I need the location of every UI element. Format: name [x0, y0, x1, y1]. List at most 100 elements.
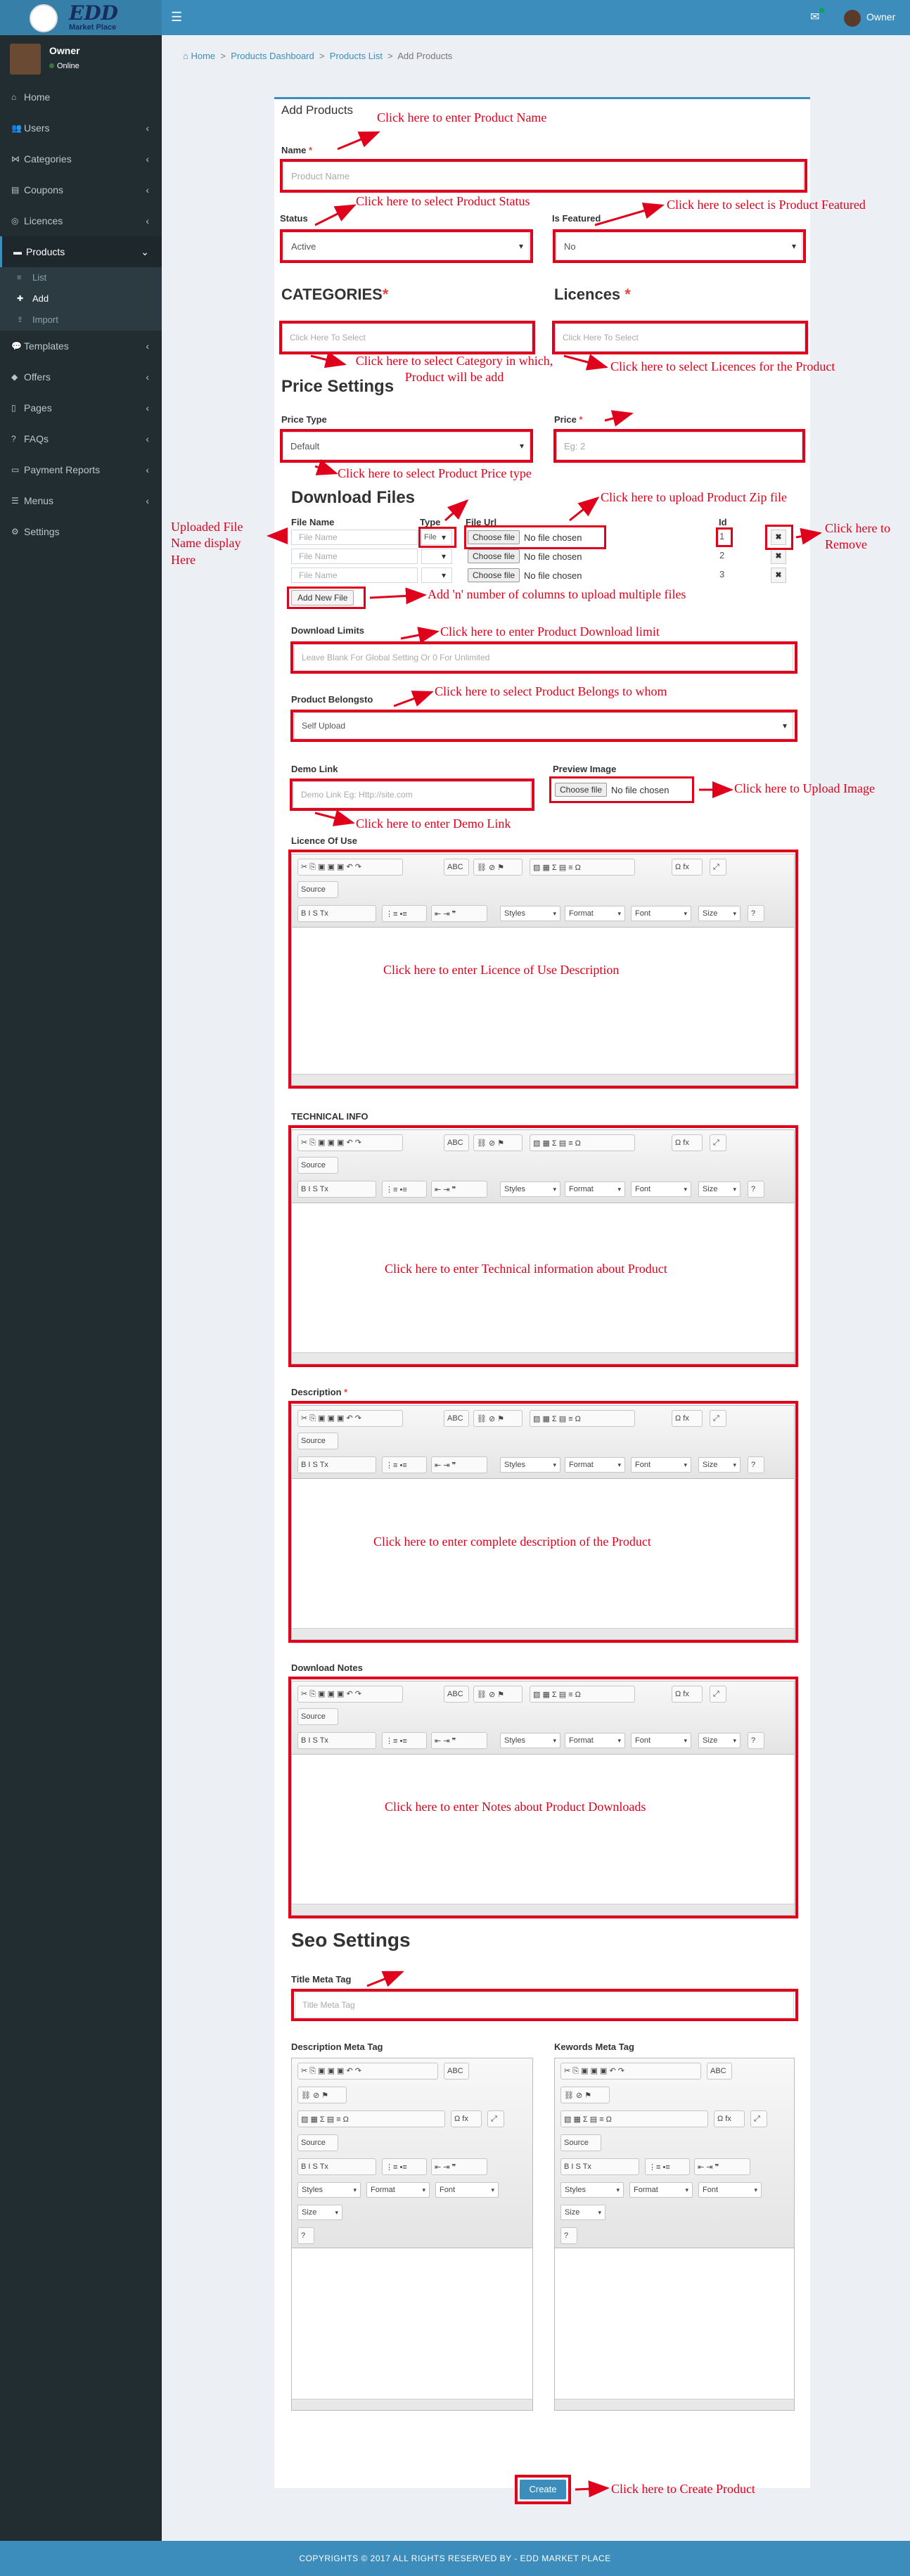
maximize-tool[interactable]: ⤢ [750, 2110, 767, 2127]
indent-tools[interactable]: ⇤ ⇥ ❞ [694, 2158, 750, 2175]
size-dropdown[interactable]: Size [560, 2205, 605, 2220]
source-button[interactable]: Source [560, 2134, 601, 2151]
preview-label: Preview Image [553, 764, 617, 774]
maximize-tool[interactable]: ⤢ [487, 2110, 504, 2127]
file-id: 2 [719, 550, 725, 560]
name-label: Name * [281, 145, 313, 155]
highlight-categories [279, 321, 535, 354]
sidebar-item-settings[interactable]: ⚙ Settings [0, 516, 162, 547]
chevron-left-icon: ‹ [146, 371, 149, 383]
indent-tools[interactable]: ⇤ ⇥ ❞ [431, 2158, 487, 2175]
keywords-meta-editor[interactable]: ✂ ⎘ ▣ ▣ ▣ ↶ ↷ ABC ⛓ ⊘ ⚑ ▧ ▦ Σ ▤ ≡ Ω Ω fx ⤢ Sou… [554, 2058, 795, 2411]
submenu-item-import[interactable]: ⇪ Import [0, 309, 162, 331]
format-dropdown[interactable]: Format [366, 2182, 430, 2198]
chevron-down-icon: ⌄ [141, 246, 149, 257]
file-type-select[interactable] [421, 568, 452, 583]
note-uploaded-name: Uploaded File Name display Here [171, 520, 243, 567]
plus-icon: ✚ [17, 295, 24, 303]
source-button[interactable]: Source [297, 2134, 338, 2151]
file-url-upload[interactable]: Choose file No file chosen [468, 547, 582, 565]
sidebar-item-payment-reports[interactable]: ▭ Payment Reports ‹ [0, 454, 162, 485]
notification-dot [819, 8, 824, 13]
clipboard-tools[interactable]: ✂ ⎘ ▣ ▣ ▣ ↶ ↷ [297, 2063, 438, 2080]
format-tools[interactable]: B I S Tx [560, 2158, 639, 2175]
sidebar-item-offers[interactable]: ◆ Offers ‹ [0, 361, 162, 392]
sidebar-item-users[interactable]: 👥 Users ‹ [0, 113, 162, 143]
sidebar-item-home[interactable]: ⌂ Home [0, 82, 162, 113]
ticket-icon: ▤ [11, 185, 20, 195]
sidebar-item-templates[interactable]: 💬 Templates ‹ [0, 331, 162, 361]
insert-tools[interactable]: ▧ ▦ Σ ▤ ≡ Ω [560, 2110, 708, 2127]
categories-title: CATEGORIES* [281, 286, 389, 303]
breadcrumb: ⌂ Home > Products Dashboard > Products L… [183, 51, 453, 61]
sidebar-item-products[interactable]: ▬ Products ⌄ [0, 236, 162, 267]
remove-row-button[interactable]: ✖ [771, 549, 786, 564]
spellcheck-tool[interactable]: ABC [444, 2063, 469, 2080]
help-button[interactable]: ? [297, 2227, 314, 2244]
highlight-type [418, 527, 456, 548]
note-name: Click here to enter Product Name [377, 110, 547, 124]
file-type-select[interactable] [421, 549, 452, 564]
format-dropdown[interactable]: Format [629, 2182, 693, 2198]
breadcrumb-dashboard[interactable]: Products Dashboard [231, 51, 314, 61]
file-url-upload[interactable]: Choose file No file chosen [468, 566, 582, 584]
clipboard-tools[interactable]: ✂ ⎘ ▣ ▣ ▣ ↶ ↷ [560, 2063, 701, 2080]
styles-dropdown[interactable]: Styles [560, 2182, 624, 2198]
header-user-name[interactable]: Owner [866, 11, 895, 23]
insert-tools[interactable]: ▧ ▦ Σ ▤ ≡ Ω [297, 2110, 445, 2127]
breadcrumb-home[interactable]: Home [191, 51, 215, 61]
sidebar-toggle-icon[interactable]: ☰ [171, 10, 182, 25]
font-dropdown[interactable]: Font [435, 2182, 499, 2198]
file-name-input[interactable]: File Name [291, 530, 418, 545]
sidebar-item-licences[interactable]: ◎ Licences ‹ [0, 205, 162, 236]
editor-statusbar [292, 2399, 532, 2410]
link-tools[interactable]: ⛓ ⊘ ⚑ [297, 2087, 347, 2103]
col-id: Id [719, 517, 727, 527]
math-tools[interactable]: Ω fx [714, 2110, 745, 2127]
submenu-item-add[interactable]: ✚ Add [0, 288, 162, 309]
highlight-featured [553, 229, 806, 263]
money-icon: ▭ [11, 465, 20, 475]
submenu-item-list[interactable]: ≡ List [0, 267, 162, 288]
note-download-limit: Click here to enter Product Download lim… [440, 624, 660, 639]
gear-icon: ⚙ [11, 527, 19, 537]
note-description: Click here to enter complete description… [373, 1534, 651, 1549]
sidebar-item-faqs[interactable]: ? FAQs ‹ [0, 423, 162, 454]
sidebar-item-pages[interactable]: ▯ Pages ‹ [0, 392, 162, 423]
remove-row-button[interactable]: ✖ [771, 568, 786, 583]
file-name-input[interactable]: File Name [291, 568, 418, 583]
link-tools[interactable]: ⛓ ⊘ ⚑ [560, 2087, 610, 2103]
highlight-title-meta [291, 1989, 798, 2021]
styles-dropdown[interactable]: Styles [297, 2182, 361, 2198]
list-tools[interactable]: ⋮≡ •≡ [382, 2158, 427, 2175]
note-remove: Click here to Remove [825, 521, 890, 552]
logo-text: EDD [69, 1, 118, 25]
question-icon: ? [11, 434, 16, 444]
highlight-add-file [287, 587, 366, 609]
help-button[interactable]: ? [560, 2227, 577, 2244]
home-icon[interactable]: ⌂ [183, 51, 188, 61]
col-type: Type [420, 517, 441, 527]
kw-meta-label: Kewords Meta Tag [554, 2042, 634, 2052]
size-dropdown[interactable]: Size [297, 2205, 342, 2220]
sidebar-item-menus[interactable]: ☰ Menus ‹ [0, 485, 162, 516]
note-image: Click here to Upload Image [734, 781, 875, 795]
breadcrumb-list[interactable]: Products List [330, 51, 383, 61]
sidebar-menu: ⌂ Home 👥 Users ‹ ⋈ Categories ‹ ▤ Coupons ‹ ◎ Li… [0, 82, 162, 547]
logo[interactable]: EDD Market Place [0, 0, 162, 35]
font-dropdown[interactable]: Font [698, 2182, 762, 2198]
spellcheck-tool[interactable]: ABC [707, 2063, 732, 2080]
desc-meta-label: Description Meta Tag [291, 2042, 383, 2052]
format-tools[interactable]: B I S Tx [297, 2158, 376, 2175]
sidebar-item-coupons[interactable]: ▤ Coupons ‹ [0, 174, 162, 205]
file-name-input[interactable]: File Name [291, 549, 418, 564]
highlight-tech-editor [288, 1125, 798, 1367]
mail-icon[interactable]: ✉ [810, 10, 819, 24]
home-icon: ⌂ [11, 92, 17, 102]
description-meta-editor[interactable]: ✂ ⎘ ▣ ▣ ▣ ↶ ↷ ABC ⛓ ⊘ ⚑ ▧ ▦ Σ ▤ ≡ Ω Ω fx ⤢ Sou… [291, 2058, 533, 2411]
sidebar-item-categories[interactable]: ⋈ Categories ‹ [0, 143, 162, 174]
header-avatar[interactable] [844, 10, 861, 27]
math-tools[interactable]: Ω fx [451, 2110, 482, 2127]
list-tools[interactable]: ⋮≡ •≡ [645, 2158, 690, 2175]
comment-icon: 💬 [11, 341, 22, 351]
